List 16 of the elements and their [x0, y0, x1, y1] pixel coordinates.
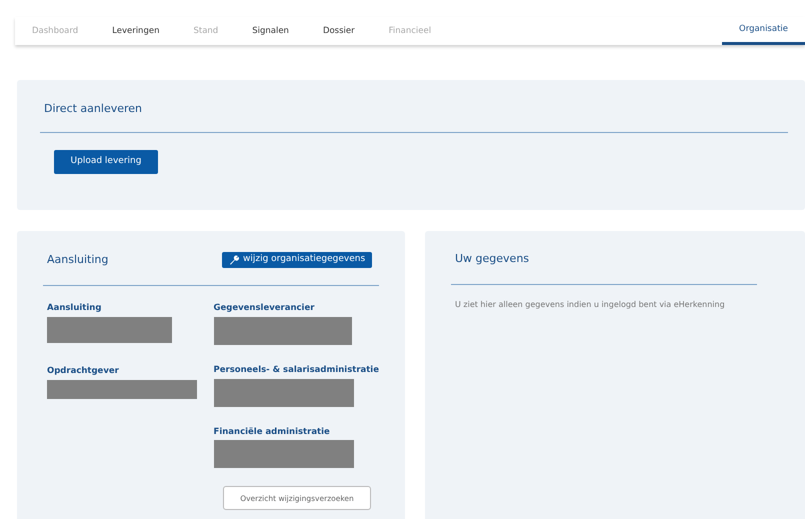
field-label: Financiële administratie	[214, 426, 331, 438]
edit-button[interactable]: wijzig organisatiegegevens	[222, 252, 372, 268]
field-label: Opdrachtgever	[47, 364, 120, 378]
upload-button[interactable]: Upload levering	[54, 150, 158, 174]
nav-tab[interactable]: Dossier	[306, 17, 372, 45]
panel-title: Uw gegevens	[455, 251, 530, 267]
nav-tab[interactable]: Organisatie	[722, 17, 805, 45]
field-label: Gegevensleverancier	[214, 302, 316, 315]
info-text: U ziet hier alleen gegevens indien u ingelogd bent via eHerkenning	[455, 299, 726, 311]
wrench-icon	[229, 255, 239, 265]
panel-title: Aansluiting	[47, 252, 110, 268]
nav-tab[interactable]: Leveringen	[95, 17, 176, 45]
panel-title: Direct aanleveren	[44, 101, 144, 117]
field-label: Aansluiting	[47, 302, 102, 315]
field-label: Personeels- & salarisadministratie	[214, 364, 379, 376]
nav-tab[interactable]: Signalen	[235, 17, 306, 45]
